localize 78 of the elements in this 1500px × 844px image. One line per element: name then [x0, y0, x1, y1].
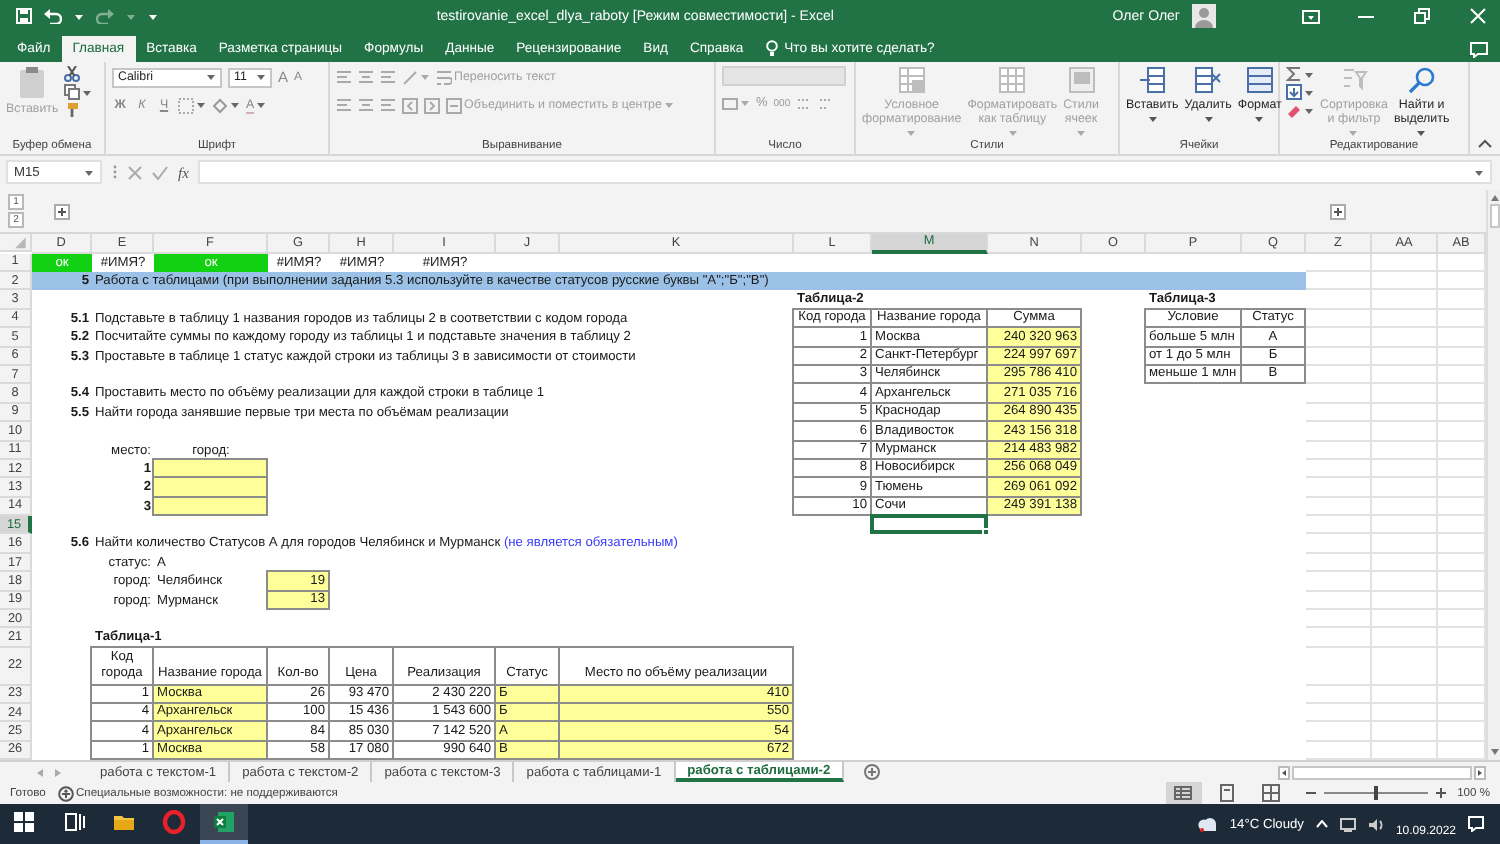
save-icon[interactable] — [16, 8, 32, 24]
chevron-up-icon[interactable] — [1315, 820, 1328, 829]
speaker-icon[interactable] — [1367, 817, 1384, 832]
collapse-ribbon-icon[interactable] — [1478, 138, 1492, 148]
formula-input[interactable] — [198, 160, 1492, 184]
caret-icon — [1304, 71, 1314, 77]
caret-icon — [126, 13, 136, 19]
plus-icon[interactable] — [54, 204, 70, 220]
close-icon[interactable] — [1470, 8, 1486, 24]
caret-icon — [256, 74, 266, 80]
spreadsheet-icon — [212, 810, 236, 835]
eraser-icon[interactable] — [1286, 102, 1302, 118]
network-icon[interactable] — [1339, 817, 1356, 832]
zoom-in-icon[interactable] — [1435, 788, 1446, 799]
scroll-left-icon[interactable] — [1278, 765, 1290, 780]
caret-icon — [1076, 130, 1086, 136]
caret-icon — [1348, 130, 1359, 136]
format-cells-icon — [1245, 66, 1274, 94]
fill-down-icon[interactable] — [1286, 84, 1302, 100]
scroll-right-icon[interactable] — [1474, 765, 1486, 780]
accessibility-icon — [58, 785, 74, 802]
caret-icon — [74, 13, 84, 19]
undo-icon[interactable] — [44, 8, 62, 24]
scroll-thumb[interactable] — [1489, 204, 1499, 228]
scroll-thumb[interactable] — [1292, 765, 1472, 780]
scissors-icon[interactable] — [64, 66, 81, 82]
caret-icon — [1304, 89, 1314, 95]
ribbon-display-icon[interactable] — [1301, 9, 1319, 23]
caret-icon — [1147, 116, 1158, 122]
caret-icon — [148, 13, 158, 19]
comment-icon[interactable] — [1470, 41, 1488, 57]
page-break-icon — [1262, 784, 1281, 803]
caret-icon — [1007, 130, 1018, 136]
view-button[interactable] — [1165, 782, 1202, 805]
cloud-icon — [1195, 816, 1218, 833]
caret-icon — [84, 169, 94, 175]
sort-filter-icon — [1339, 66, 1368, 94]
caret-icon — [663, 102, 674, 108]
avatar-icon — [1192, 4, 1216, 28]
active-cell[interactable] — [870, 514, 988, 535]
caret-icon — [196, 102, 206, 108]
input-cell — [152, 476, 268, 498]
start-icon — [12, 810, 36, 835]
caret-icon — [230, 102, 240, 108]
input-cell — [152, 457, 268, 479]
caret-icon — [1474, 169, 1484, 175]
merge-icon — [446, 97, 462, 113]
caret-icon — [906, 130, 917, 136]
search-icon — [1407, 66, 1436, 94]
zoom-slider-thumb[interactable] — [1373, 786, 1378, 801]
add-sheet-icon[interactable] — [864, 764, 881, 781]
grip-icon — [112, 164, 118, 180]
caret-icon — [1254, 116, 1265, 122]
caret-icon — [1416, 130, 1427, 136]
caret-icon — [206, 74, 216, 80]
zoom-out-icon[interactable] — [1305, 788, 1316, 799]
caret-icon — [1304, 107, 1314, 113]
number-format-field[interactable] — [722, 66, 846, 86]
input-cell — [152, 495, 268, 517]
format-painter-icon[interactable] — [64, 102, 81, 118]
notification-icon[interactable] — [1468, 816, 1484, 833]
page-layout-icon — [1218, 784, 1237, 803]
sum-icon[interactable] — [1286, 66, 1302, 82]
plus-icon[interactable] — [1330, 204, 1346, 220]
caret-icon — [740, 100, 750, 106]
task-view-icon — [62, 810, 86, 835]
normal-view-icon — [1174, 784, 1193, 803]
caret-icon — [82, 89, 93, 95]
wrap-icon — [436, 69, 452, 85]
folder-icon — [112, 810, 136, 835]
ring-icon — [162, 810, 186, 835]
lightbulb-icon — [766, 40, 779, 58]
restore-icon[interactable] — [1414, 8, 1430, 24]
caret-icon — [1203, 116, 1214, 122]
caret-icon — [420, 74, 430, 80]
copy-icon[interactable] — [64, 84, 81, 100]
caret-icon — [256, 102, 267, 108]
fill-color-icon[interactable] — [212, 97, 228, 113]
